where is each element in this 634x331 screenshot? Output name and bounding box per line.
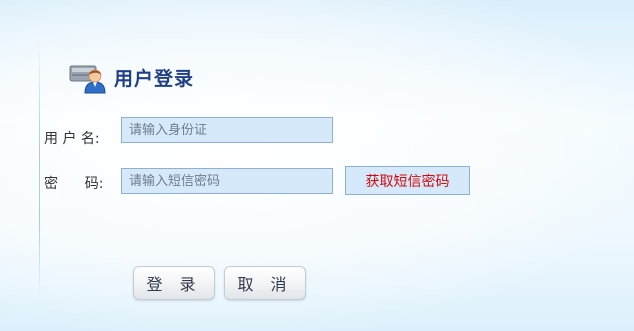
cancel-button[interactable]: 取 消: [224, 266, 306, 300]
user-icon: [68, 60, 110, 94]
password-label: 密 码:: [44, 176, 104, 192]
get-sms-code-button[interactable]: 获取短信密码: [345, 166, 470, 195]
login-header: 用户登录: [68, 60, 194, 94]
left-divider: [39, 40, 40, 300]
username-label: 用 户 名:: [44, 131, 100, 147]
login-panel: 用户登录 用 户 名: 密 码: 获取短信密码 登 录 取 消: [0, 0, 634, 331]
sms-password-input[interactable]: [121, 168, 333, 194]
login-button[interactable]: 登 录: [133, 266, 215, 300]
username-input[interactable]: [121, 117, 333, 143]
page-title: 用户登录: [114, 67, 195, 90]
